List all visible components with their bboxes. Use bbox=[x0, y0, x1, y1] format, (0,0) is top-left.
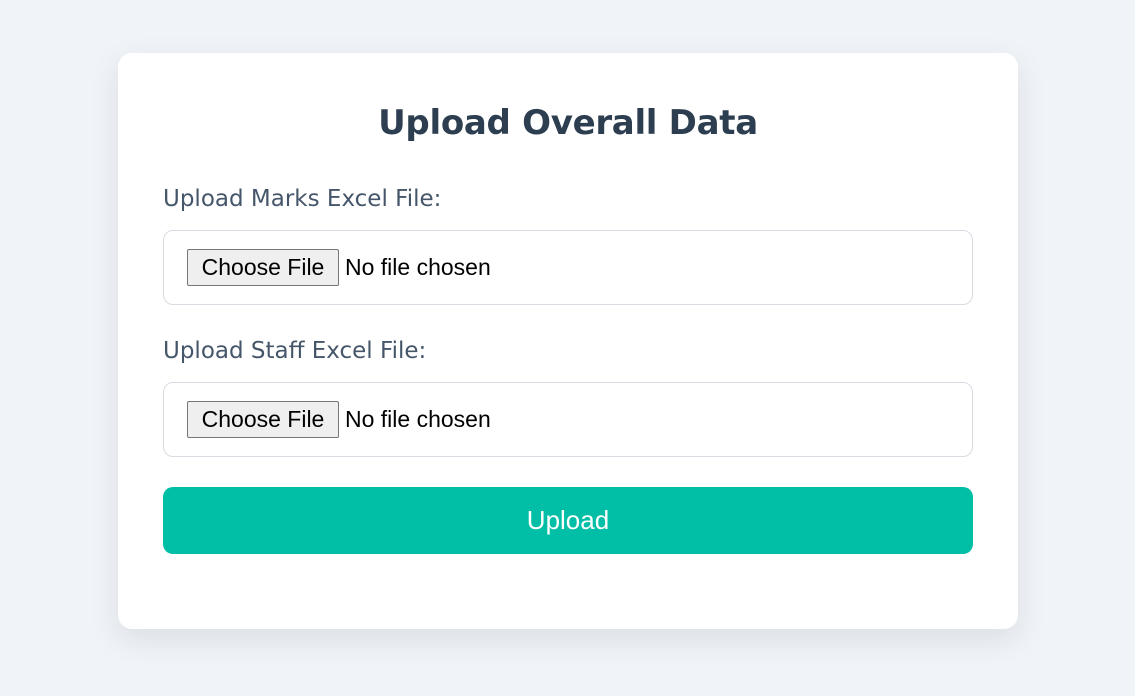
upload-card: Upload Overall Data Upload Marks Excel F… bbox=[118, 53, 1018, 629]
marks-file-label: Upload Marks Excel File: bbox=[163, 186, 442, 212]
staff-file-label: Upload Staff Excel File: bbox=[163, 338, 427, 364]
marks-choose-file-button[interactable]: Choose File bbox=[187, 249, 339, 286]
upload-button[interactable]: Upload bbox=[163, 487, 973, 554]
staff-file-input[interactable]: Choose File No file chosen bbox=[163, 382, 973, 457]
staff-file-status: No file chosen bbox=[345, 406, 491, 432]
staff-choose-file-button[interactable]: Choose File bbox=[187, 401, 339, 438]
marks-file-input[interactable]: Choose File No file chosen bbox=[163, 230, 973, 305]
marks-file-status: No file chosen bbox=[345, 254, 491, 280]
page-title: Upload Overall Data bbox=[378, 103, 758, 143]
